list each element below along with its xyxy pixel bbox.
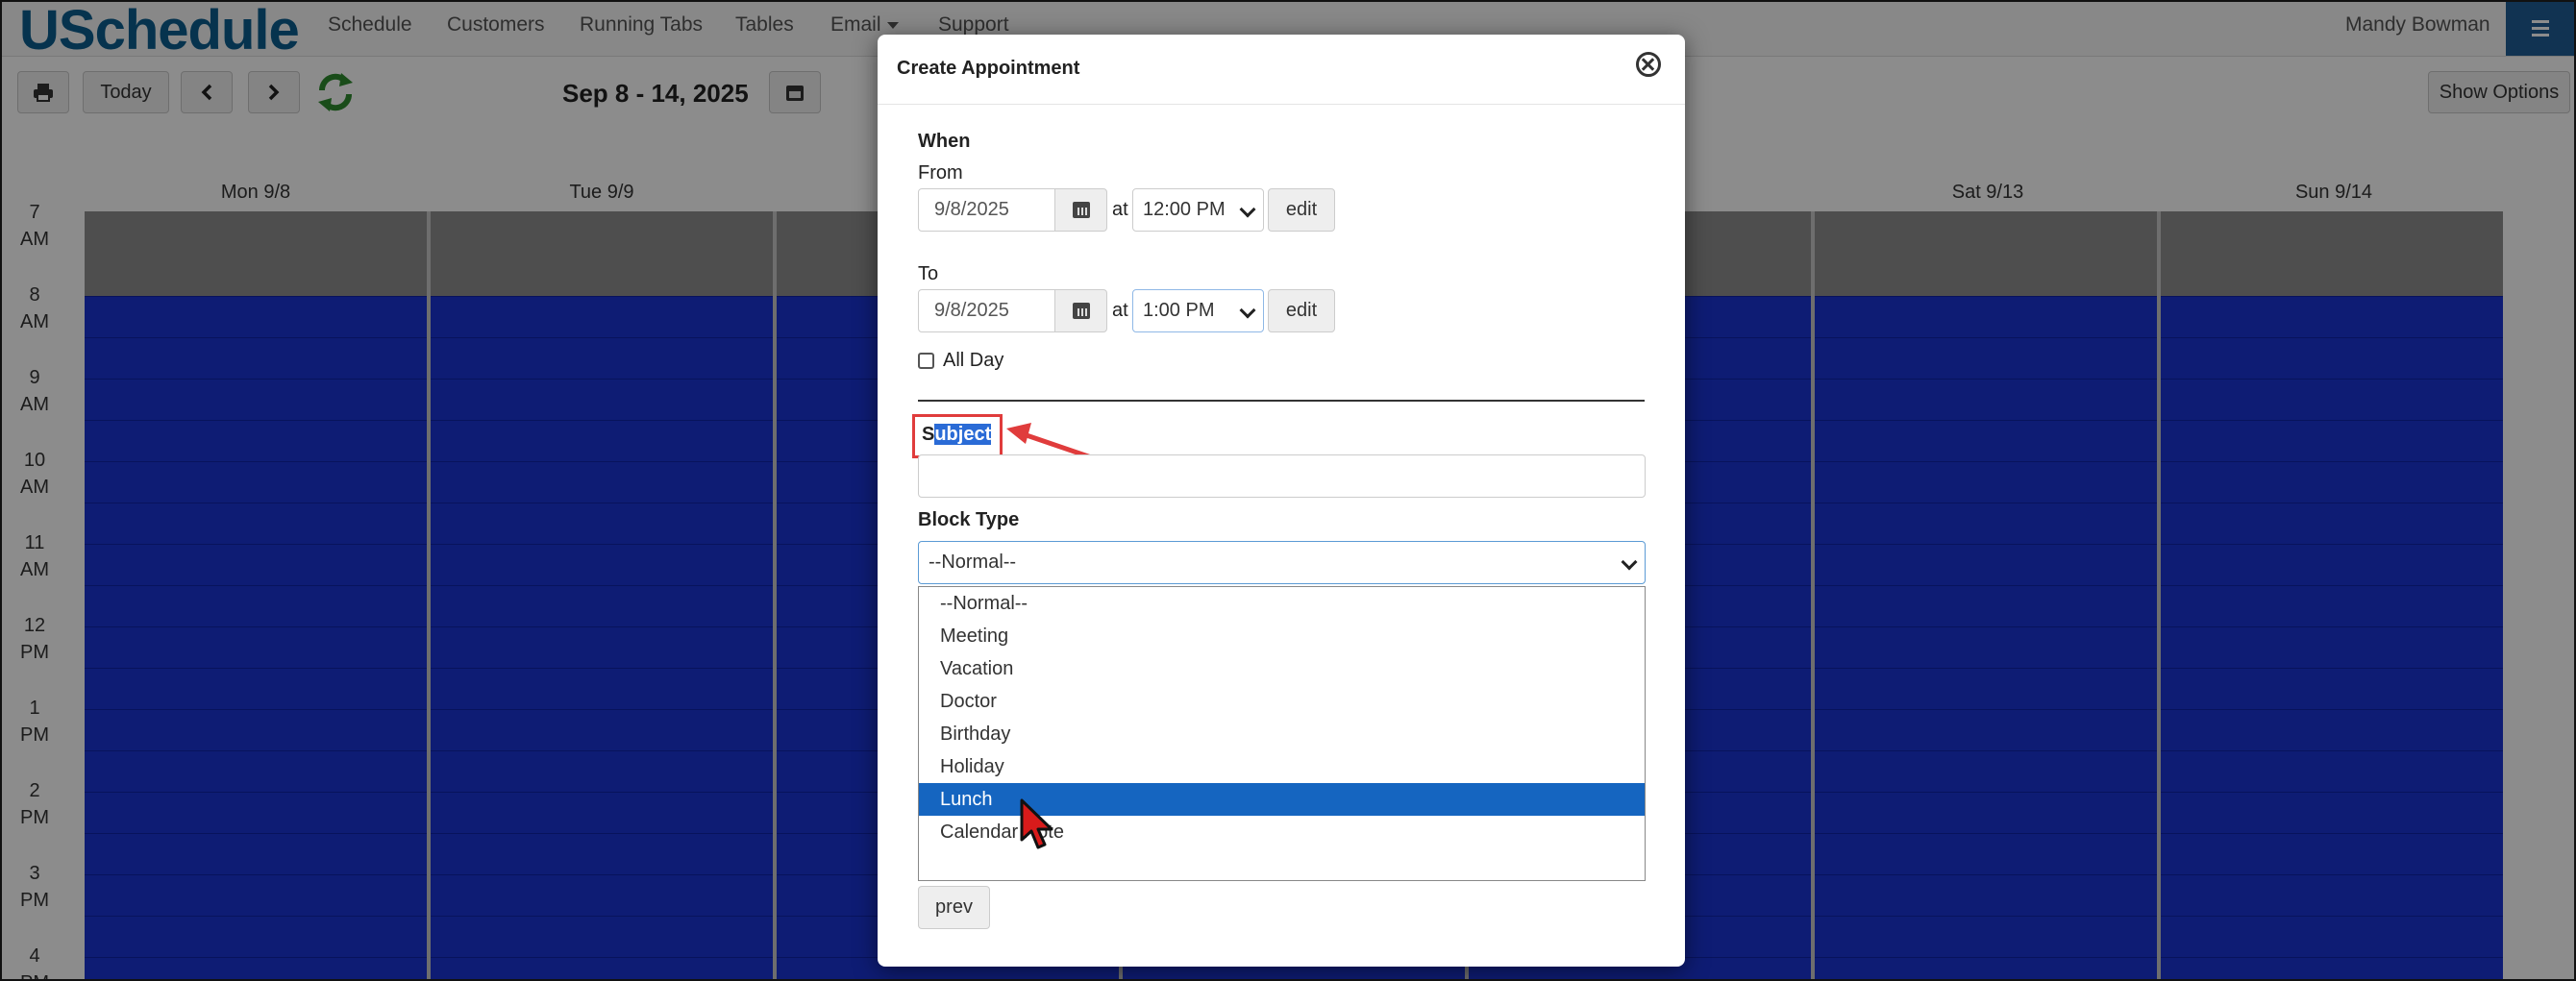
- app-window: USchedule Schedule Customers Running Tab…: [0, 0, 2576, 981]
- chevron-down-icon: [1239, 201, 1256, 218]
- block-type-option[interactable]: Meeting: [919, 620, 1645, 652]
- subject-label-selected: ubject: [934, 424, 992, 445]
- chevron-down-icon: [1239, 302, 1256, 319]
- calendar-icon: [1073, 303, 1090, 319]
- from-date-input[interactable]: 9/8/2025: [918, 188, 1055, 232]
- prev-button[interactable]: prev: [918, 886, 990, 929]
- modal-title: Create Appointment: [897, 58, 1080, 79]
- to-time-value: 1:00 PM: [1143, 300, 1215, 321]
- when-label: When: [918, 131, 971, 152]
- to-date-input[interactable]: 9/8/2025: [918, 289, 1055, 332]
- to-time-select[interactable]: 1:00 PM: [1132, 289, 1264, 332]
- section-divider: [918, 400, 1645, 402]
- from-time-select[interactable]: 12:00 PM: [1132, 188, 1264, 232]
- block-type-option[interactable]: Holiday: [919, 750, 1645, 783]
- block-type-select[interactable]: --Normal--: [918, 541, 1646, 584]
- from-time-value: 12:00 PM: [1143, 199, 1226, 220]
- close-icon[interactable]: [1636, 52, 1661, 77]
- block-type-option[interactable]: Birthday: [919, 718, 1645, 750]
- to-at-label: at: [1112, 300, 1128, 321]
- to-edit-button[interactable]: edit: [1268, 289, 1335, 332]
- mouse-pointer-icon: [1020, 798, 1053, 849]
- to-date-picker-button[interactable]: [1054, 289, 1107, 332]
- all-day-label: All Day: [943, 350, 1004, 371]
- to-label: To: [918, 263, 939, 284]
- subject-label-first: S: [922, 424, 935, 445]
- chevron-down-icon: [1621, 553, 1638, 571]
- subject-label: Subject: [922, 424, 992, 446]
- subject-input[interactable]: [918, 454, 1646, 498]
- block-type-option[interactable]: Vacation: [919, 652, 1645, 685]
- from-at-label: at: [1112, 199, 1128, 220]
- block-type-option[interactable]: Doctor: [919, 685, 1645, 718]
- modal-header: Create Appointment: [878, 35, 1685, 105]
- block-type-value: --Normal--: [929, 552, 1017, 573]
- block-type-label: Block Type: [918, 509, 1020, 530]
- all-day-checkbox[interactable]: [918, 353, 934, 369]
- calendar-icon: [1073, 202, 1090, 218]
- from-date-picker-button[interactable]: [1054, 188, 1107, 232]
- from-edit-button[interactable]: edit: [1268, 188, 1335, 232]
- block-type-option[interactable]: --Normal--: [919, 587, 1645, 620]
- from-label: From: [918, 162, 963, 184]
- create-appointment-modal: Create Appointment When From 9/8/2025 at…: [878, 35, 1685, 967]
